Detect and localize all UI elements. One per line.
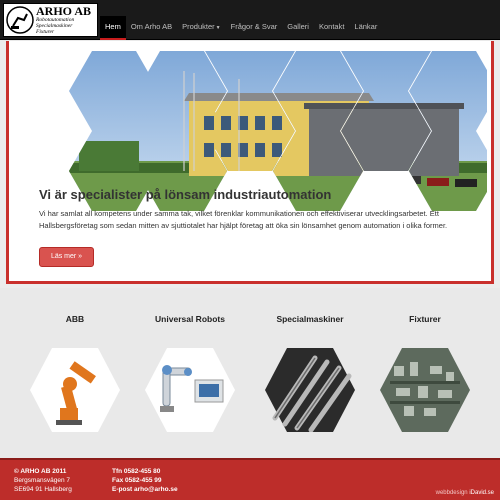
nav-label: Kontakt xyxy=(318,22,345,31)
fixturer-image[interactable] xyxy=(380,348,470,432)
hero-text: Vi har samlat all kompetens under samma … xyxy=(39,209,448,230)
credit-prefix: webbdesign xyxy=(435,490,468,496)
category-abb[interactable]: ABB xyxy=(15,300,135,432)
category-title: Specialmaskiner xyxy=(276,314,344,324)
footer: © ARHO AB 2011 Bergsmansvägen 7 SE694 91… xyxy=(0,458,500,500)
nav-item-lankar[interactable]: Länkar xyxy=(349,16,382,40)
nav-label: Frågor & Svar xyxy=(230,22,278,31)
abb-robot-image[interactable] xyxy=(30,348,120,432)
footer-city: SE694 91 Hallsberg xyxy=(14,485,72,493)
footer-fax: Fax 0582-455 99 xyxy=(112,476,162,484)
nav-label: Om Arho AB xyxy=(130,22,173,31)
nav-item-hem[interactable]: Hem xyxy=(100,16,126,40)
footer-email[interactable]: E-post arho@arho.se xyxy=(112,486,178,493)
category-title: Universal Robots xyxy=(155,314,225,324)
nav-item-fragor[interactable]: Frågor & Svar xyxy=(226,16,283,40)
footer-contact: Tfn 0582-455 80 Fax 0582-455 99 E-post a… xyxy=(112,468,178,494)
category-fixturer[interactable]: Fixturer xyxy=(365,300,485,432)
nav-item-produkter[interactable]: Produkter▼ xyxy=(177,16,225,40)
footer-credit[interactable]: webbdesign iDavid.se xyxy=(436,490,494,496)
nav-label: Produkter xyxy=(182,22,215,31)
category-universal-robots[interactable]: Universal Robots xyxy=(130,300,250,432)
nav-label: Länkar xyxy=(354,22,378,31)
footer-company: © ARHO AB 2011 xyxy=(14,468,67,475)
nav-label: Hem xyxy=(105,22,121,31)
footer-street: Bergsmansvägen 7 xyxy=(14,476,71,484)
category-title: ABB xyxy=(65,314,85,324)
hero-section: Vi är specialister på lönsam industriaut… xyxy=(0,41,500,288)
nav-item-om[interactable]: Om Arho AB xyxy=(126,16,177,40)
nav-item-kontakt[interactable]: Kontakt xyxy=(314,16,349,40)
hero-card: Vi är specialister på lönsam industriaut… xyxy=(6,41,494,284)
universal-robots-image[interactable] xyxy=(145,348,235,432)
nav-item-galleri[interactable]: Galleri xyxy=(282,16,314,40)
top-navbar: ARHO AB Robotautomation Specialmaskiner … xyxy=(0,0,500,40)
credit-name: iDavid.se xyxy=(469,490,494,496)
product-categories: ABB Universal Robots Specialmaskiner Fix… xyxy=(0,300,500,450)
footer-phone: Tfn 0582-455 80 xyxy=(112,468,161,475)
category-specialmaskiner[interactable]: Specialmaskiner xyxy=(250,300,370,432)
hero-title: Vi är specialister på lönsam industriaut… xyxy=(39,187,332,202)
logo-subtitle-3: Fixturer xyxy=(36,29,55,36)
footer-address: © ARHO AB 2011 Bergsmansvägen 7 SE694 91… xyxy=(14,468,72,494)
logo-title: ARHO AB xyxy=(36,3,92,18)
read-more-button[interactable]: Läs mer » xyxy=(39,247,94,267)
category-title: Fixturer xyxy=(409,314,441,324)
main-nav: Hem Om Arho AB Produkter▼ Frågor & Svar … xyxy=(100,16,382,40)
chevron-down-icon: ▼ xyxy=(215,25,221,31)
nav-label: Galleri xyxy=(287,22,309,31)
robot-arm-logo-icon xyxy=(6,6,34,34)
specialmaskiner-image[interactable] xyxy=(265,348,355,432)
logo[interactable]: ARHO AB Robotautomation Specialmaskiner … xyxy=(3,3,98,37)
